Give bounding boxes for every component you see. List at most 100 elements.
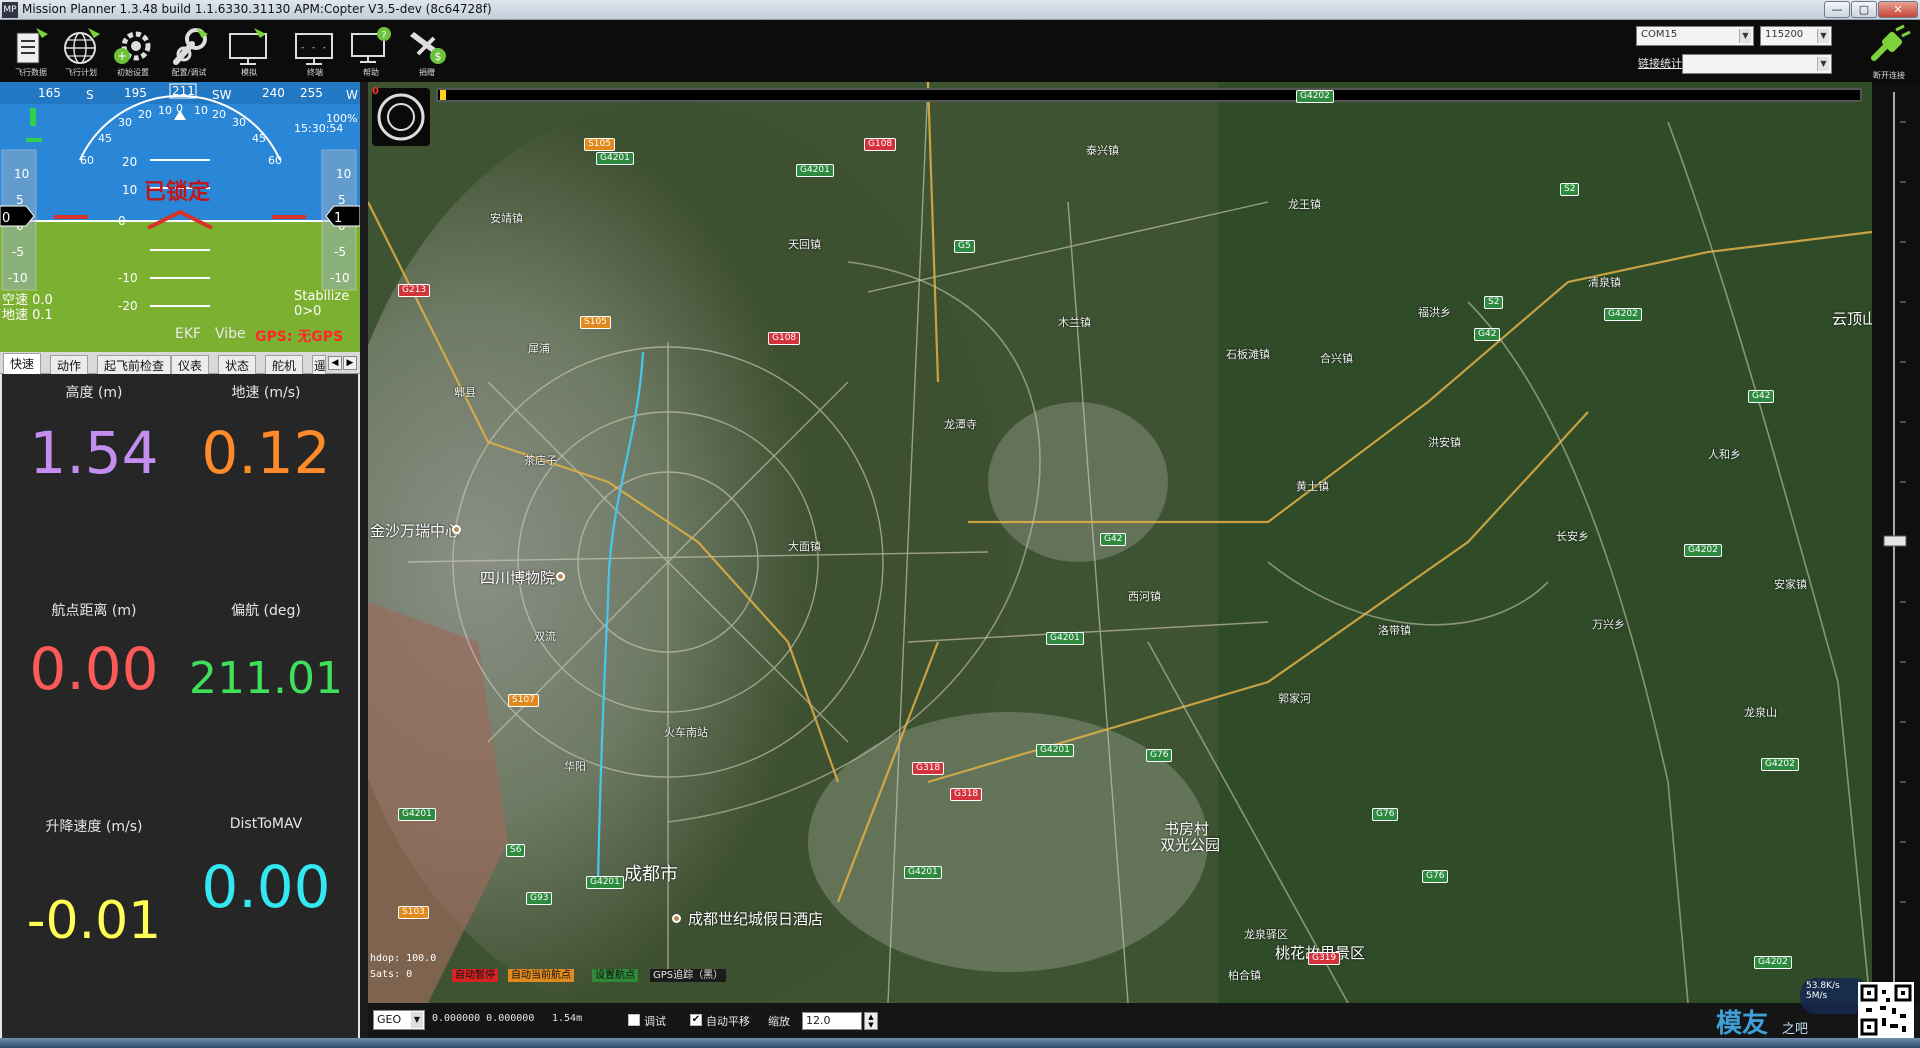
pitch-tick: 20 [122, 155, 137, 169]
gps-track-button[interactable]: GPS追踪（黑） [650, 969, 727, 982]
place-label: 福洪乡 [1418, 306, 1451, 319]
toolbar-label: 初始设置 [117, 68, 149, 77]
map-view[interactable]: 0 金沙万瑞中心 四川博物院 成都市 成都世纪城假日酒店 书房村 双光公园 桃花… [368, 82, 1872, 1003]
road-shield: G318 [950, 788, 983, 801]
svg-text:$: $ [435, 50, 442, 63]
zoom-input[interactable]: 12.0 [802, 1012, 862, 1030]
minimize-button[interactable]: — [1824, 1, 1850, 18]
toolbar-label: 帮助 [363, 68, 379, 77]
autopan-checkbox[interactable]: ✔ [690, 1014, 702, 1026]
road-shield: G4202 [1754, 956, 1792, 969]
ekf-status[interactable]: EKF [175, 326, 201, 342]
vibe-status[interactable]: Vibe [215, 326, 246, 342]
quick-panel[interactable]: 高度 (m) 1.54 地速 (m/s) 0.12 航点距离 (m) 0.00 … [0, 374, 360, 1048]
sats-readout: Sats: 0 [370, 969, 413, 980]
tab-quick[interactable]: 快速 [3, 353, 42, 375]
quick-value-text: 1.54 [29, 419, 159, 487]
place-label: 黄土镇 [1296, 480, 1329, 493]
road-shield: G4202 [1761, 758, 1799, 771]
waypoint-progress: 0>0 [294, 304, 322, 319]
zoom-stepper[interactable]: ▲ ▼ [864, 1012, 878, 1030]
svg-text:- - -: - - - [300, 43, 327, 53]
place-label: 大面镇 [788, 540, 821, 553]
maximize-button[interactable]: ▢ [1851, 1, 1877, 18]
toolbar-label: 飞行计划 [65, 68, 97, 77]
tab-next-icon[interactable]: ▶ [343, 356, 357, 370]
hdop-readout: hdop: 100.0 [370, 953, 437, 964]
toolbar-donate-button[interactable]: $ 捐赠 [398, 24, 456, 80]
link-stats-link[interactable]: 链接统计 [1638, 55, 1682, 71]
link-select[interactable]: ▼ [1682, 54, 1832, 74]
place-label: 西河镇 [1128, 590, 1161, 603]
tab-servo[interactable]: 舵机 [265, 355, 304, 374]
globe-icon [64, 28, 100, 64]
tab-telemetry[interactable]: 遥 [312, 355, 326, 374]
baud-rate-select[interactable]: 115200 ▼ [1760, 26, 1832, 46]
roll-tick: 30 [232, 116, 246, 129]
tab-prev-icon[interactable]: ◀ [328, 356, 342, 370]
place-label: 清泉镇 [1588, 276, 1621, 289]
road-shield: G4201 [904, 866, 942, 879]
hud-panel[interactable]: 165 S 195 211 SW 240 255 W 60 45 30 20 1… [0, 82, 360, 352]
roll-tick: 10 [158, 104, 172, 117]
road-shield: S107 [508, 694, 539, 707]
tab-status[interactable]: 状态 [218, 355, 257, 374]
toolbar-initial-setup-button[interactable]: + 初始设置 [104, 24, 162, 80]
qr-code-image [1858, 982, 1914, 1038]
quick-value-yaw: 211.01 [180, 642, 352, 716]
heading-tick: W [346, 88, 358, 102]
place-label: 四川博物院 [480, 569, 556, 587]
place-label: 木兰镇 [1058, 316, 1091, 329]
toolbar-terminal-button[interactable]: - - - 终端 [286, 24, 344, 80]
road-shield: G318 [912, 762, 945, 775]
wrench-icon [173, 28, 208, 65]
road-shield: G93 [526, 892, 553, 905]
flight-mode: Stabilize [294, 289, 350, 304]
baud-rate-value: 115200 [1765, 29, 1804, 40]
debug-checkbox[interactable] [628, 1014, 640, 1026]
coord-system-select[interactable]: GEO ▼ [373, 1010, 425, 1030]
zoom-slider[interactable] [1872, 82, 1920, 1003]
autopan-label: 自动平移 [706, 1015, 750, 1028]
toolbar-label: 终端 [307, 68, 323, 77]
toolbar-config-tuning-button[interactable]: 配置/调试 [160, 24, 218, 80]
zoom-slider-track [1883, 92, 1907, 992]
quick-label-wp-distance: 航点距离 (m) [51, 603, 137, 619]
alt-scale-tick: -5 [334, 245, 346, 259]
coord-system-value: GEO [377, 1013, 402, 1026]
road-shield: G76 [1146, 749, 1173, 762]
tab-gauges[interactable]: 仪表 [171, 355, 210, 374]
auto-current-wp-button[interactable]: 自动当前航点 [508, 969, 574, 982]
place-label: 洪安镇 [1428, 436, 1461, 449]
chevron-down-icon: ▼ [1739, 29, 1751, 43]
road-shield: S2 [1560, 183, 1580, 196]
roll-tick: 45 [98, 132, 112, 145]
toolbar-help-button[interactable]: ? 帮助 [342, 24, 400, 80]
disconnect-button[interactable]: 断开连接 [1862, 24, 1916, 80]
road-shield: G213 [398, 284, 431, 297]
zoom-slider-thumb[interactable] [1883, 535, 1907, 547]
net-down-speed: 5M/s [1806, 991, 1828, 1001]
com-port-select[interactable]: COM15 ▼ [1636, 26, 1754, 46]
place-label: 洛带镇 [1378, 624, 1411, 637]
set-wp-button[interactable]: 设置航点 [592, 969, 638, 982]
toolbar-flight-plan-button[interactable]: 飞行计划 [52, 24, 110, 80]
tab-actions[interactable]: 动作 [50, 355, 89, 374]
map-zero-marker: 0 [372, 86, 379, 97]
heading-tick: 195 [124, 86, 147, 100]
coordinates-readout: 0.000000 0.000000 [432, 1013, 535, 1024]
tab-preflight[interactable]: 起飞前检查 [97, 355, 172, 374]
alt-scale-tick: 10 [336, 167, 351, 181]
pitch-tick: 0 [118, 214, 126, 228]
toolbar-simulation-button[interactable]: 模拟 [220, 24, 278, 80]
place-label: 安家镇 [1774, 578, 1807, 591]
place-label: 郭家河 [1278, 692, 1311, 705]
roll-tick: 20 [212, 108, 226, 121]
quick-value-wp-distance: 0.00 [8, 632, 180, 706]
close-button[interactable]: ✕ [1878, 1, 1918, 18]
road-shield: G4201 [586, 876, 624, 889]
map-bottom-bar: GEO ▼ 0.000000 0.000000 1.54m 调试 ✔ 自动平移 … [368, 1003, 1920, 1038]
road-shield: G4201 [398, 808, 436, 821]
title-bar: MP Mission Planner 1.3.48 build 1.1.6330… [0, 0, 1920, 20]
auto-pause-button[interactable]: 自动暂停 [452, 969, 498, 982]
